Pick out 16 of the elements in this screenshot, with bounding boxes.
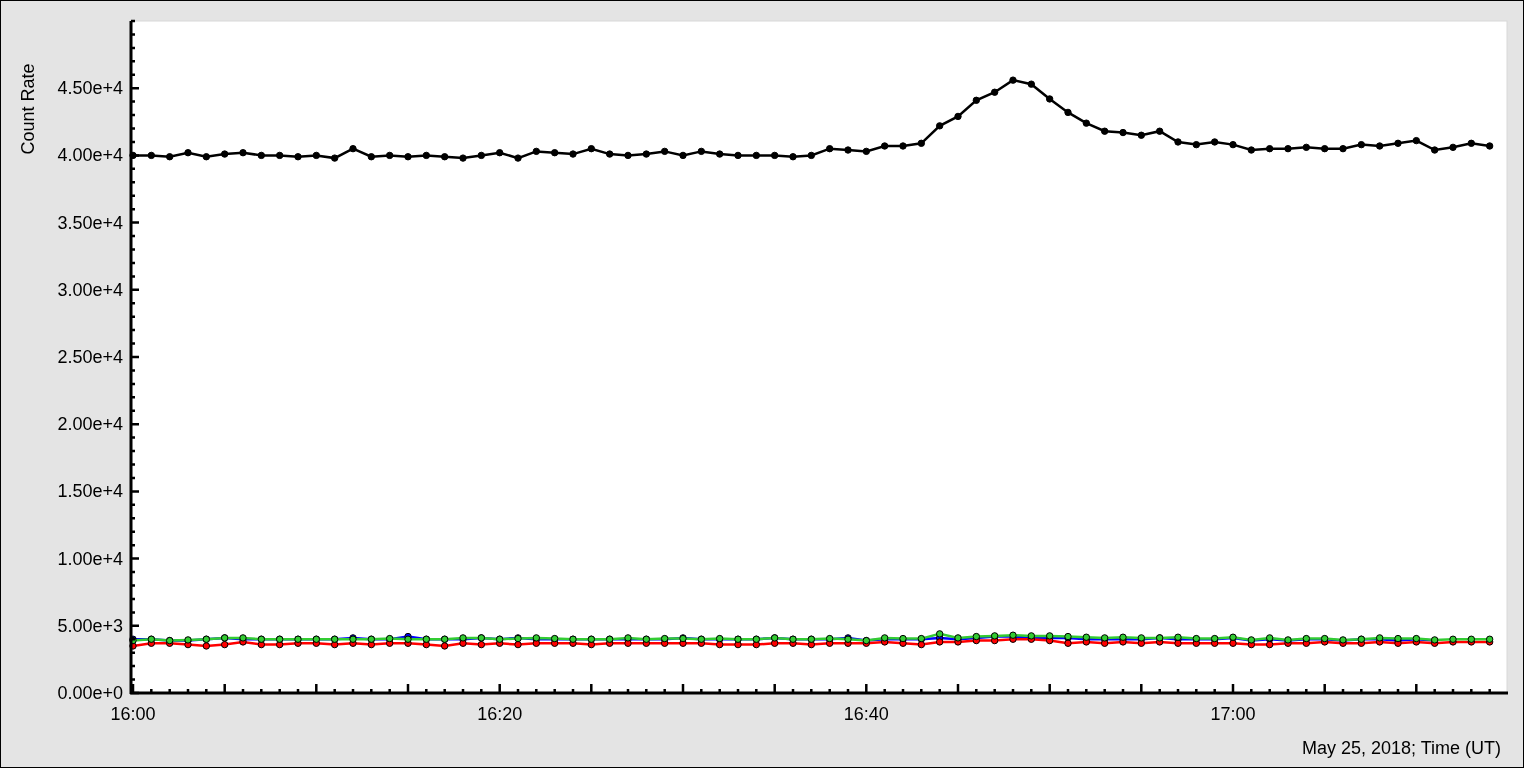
y-tick-label: 2.50e+4 <box>57 347 123 367</box>
y-tick-label: 0.00e+0 <box>57 683 123 703</box>
y-tick-label: 4.00e+4 <box>57 145 123 166</box>
y-tick-label: 3.00e+4 <box>57 279 123 300</box>
y-tick-label: 1.00e+4 <box>57 548 123 569</box>
y-tick-label: 2.00e+4 <box>57 414 123 435</box>
x-tick-label: 16:40 <box>843 704 889 724</box>
y-tick-label: 5.00e+3 <box>57 615 123 636</box>
x-tick-label: 17:00 <box>1210 704 1256 724</box>
x-tick-label: 16:20 <box>477 704 523 724</box>
y-tick-label: 1.50e+4 <box>57 481 123 502</box>
x-axis-title: May 25, 2018; Time (UT) <box>1301 738 1501 758</box>
y-axis-title: Count Rate <box>18 63 38 155</box>
y-tick-label: 4.50e+4 <box>57 78 123 99</box>
x-tick-label: 16:00 <box>110 704 156 724</box>
y-tick-label: 3.50e+4 <box>57 212 123 233</box>
